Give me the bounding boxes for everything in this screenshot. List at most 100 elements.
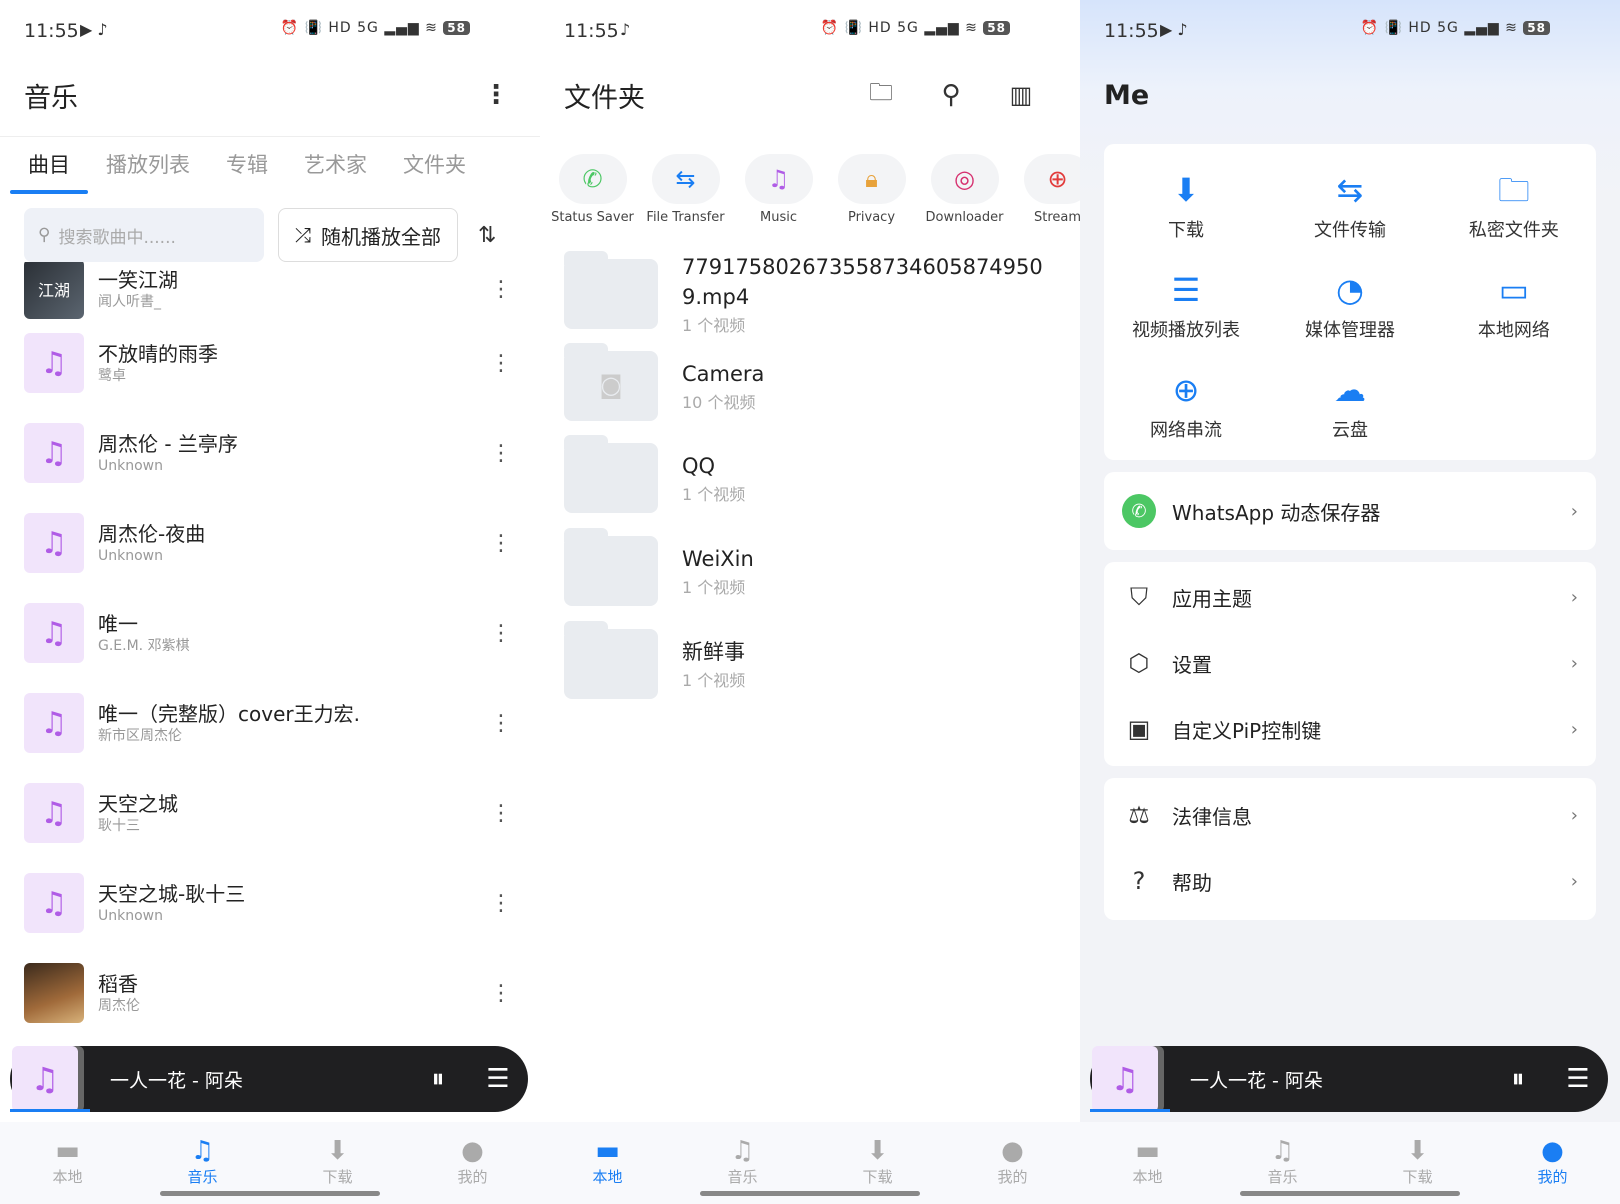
instagram-icon: ◎ (930, 154, 999, 204)
folder-count: 1 个视频 (682, 316, 746, 335)
status-bar: 11:55 ▶ ♪ ⏰ 📳 HD 5G ▂▄▆ ≋ 58 (1080, 0, 1620, 64)
tab-tracks[interactable]: 曲目 (10, 137, 88, 194)
sort-icon[interactable]: ⇅ (478, 223, 496, 248)
pause-icon[interactable]: ⏸ (408, 1064, 468, 1095)
shortcut-music[interactable]: ♫ Music (732, 154, 825, 238)
folder-item[interactable]: WeiXin 1 个视频 (564, 528, 1060, 611)
nav-me[interactable]: ● 我的 (945, 1122, 1080, 1204)
shortcut-stream[interactable]: ⊕ Stream (1011, 154, 1080, 238)
mini-player[interactable]: ♫ 一人一花 - 阿朵 ⏸ ☰ (1090, 1046, 1608, 1112)
shuffle-all-button[interactable]: ⤮ 随机播放全部 (278, 208, 458, 262)
nav-me[interactable]: ● 我的 (405, 1122, 540, 1204)
list-item[interactable]: 稻香 周杰伦 ⋮ (24, 962, 512, 1024)
song-artist: Unknown (98, 458, 163, 474)
row-app-theme[interactable]: ⛉ 应用主题 › (1104, 564, 1596, 630)
tab-playlists[interactable]: 播放列表 (88, 137, 208, 194)
status-time: 11:55 (24, 20, 79, 42)
file-transfer-icon: ⇆ (1336, 171, 1364, 209)
queue-icon[interactable]: ☰ (468, 1064, 528, 1094)
folder-name: Camera (682, 362, 765, 386)
grid-cloud-drive[interactable]: ☁ 云盘 (1268, 368, 1432, 468)
status-right-icons: ⏰ 📳 HD 5G ▂▄▆ ≋ 58 (281, 20, 470, 36)
row-help[interactable]: ? 帮助 › (1104, 848, 1596, 914)
list-item[interactable]: ♫ 不放晴的雨季 鹭卓 ⋮ (24, 332, 512, 394)
more-vert-icon[interactable]: ⋮ (490, 277, 512, 302)
folder-item[interactable]: ◙ Camera 10 个视频 (564, 343, 1060, 426)
shortcut-row: ✆ Status Saver ⇆ File Transfer ♫ Music 🔒︎ Pr… (546, 154, 1080, 238)
shortcut-downloader[interactable]: ◎ Downloader (918, 154, 1011, 238)
chevron-right-icon: › (1570, 718, 1578, 740)
music-note-icon: ♫ (24, 333, 84, 393)
music-note-icon: ♫ (190, 1136, 215, 1166)
folder-item[interactable]: 新鲜事 1 个视频 (564, 621, 1060, 704)
grid-video-playlist[interactable]: ☰ 视频播放列表 (1104, 268, 1268, 368)
more-vert-icon[interactable]: ⋮ (490, 621, 512, 646)
folders-header: 文件夹 🗀 ⚲ ▥ (564, 70, 1056, 120)
search-icon: ⚲ (38, 225, 51, 245)
view-layout-icon[interactable]: ▥ (986, 81, 1056, 109)
more-vert-icon[interactable]: ⋮ (490, 351, 512, 376)
status-time: 11:55 (1104, 20, 1159, 42)
tab-artists[interactable]: 艺术家 (286, 137, 385, 194)
nav-local[interactable]: ▬ 本地 (540, 1122, 675, 1204)
shuffle-icon: ⤮ (295, 223, 311, 247)
mini-player[interactable]: ♫ 一人一花 - 阿朵 ⏸ ☰ (10, 1046, 528, 1112)
whatsapp-saver-row[interactable]: ✆ WhatsApp 动态保存器 › (1104, 472, 1596, 550)
monitor-icon: ▭ (1498, 271, 1530, 309)
row-label: WhatsApp 动态保存器 (1172, 500, 1381, 525)
list-item[interactable]: ♫ 天空之城 耿十三 ⋮ (24, 782, 512, 844)
more-vert-icon[interactable]: ⋮ (490, 891, 512, 916)
list-item[interactable]: ♫ 唯一（完整版）cover王力宏. 新市区周杰伦 ⋮ (24, 692, 512, 754)
nav-local[interactable]: ▬ 本地 (1080, 1122, 1215, 1204)
more-vert-icon[interactable]: ⋮ (490, 711, 512, 736)
grid-local-network[interactable]: ▭ 本地网络 (1432, 268, 1596, 368)
shortcut-file-transfer[interactable]: ⇆ File Transfer (639, 154, 732, 238)
more-vert-icon[interactable]: ⋮ (476, 80, 516, 110)
pip-icon: ▣ (1127, 715, 1151, 743)
list-item[interactable]: ♫ 周杰伦 - 兰亭序 Unknown ⋮ (24, 422, 512, 484)
playlist-add-icon: ☰ (1171, 271, 1201, 309)
row-pip-controls[interactable]: ▣ 自定义PiP控制键 › (1104, 696, 1596, 762)
chevron-right-icon: › (1570, 500, 1578, 522)
grid-network-stream[interactable]: ⊕ 网络串流 (1104, 368, 1268, 468)
nav-me[interactable]: ● 我的 (1485, 1122, 1620, 1204)
home-indicator (1240, 1191, 1460, 1196)
queue-icon[interactable]: ☰ (1548, 1064, 1608, 1094)
tab-albums[interactable]: 专辑 (208, 137, 286, 194)
more-vert-icon[interactable]: ⋮ (490, 981, 512, 1006)
song-title: 不放晴的雨季 (98, 342, 218, 366)
shortcut-privacy[interactable]: 🔒︎ Privacy (825, 154, 918, 238)
more-vert-icon[interactable]: ⋮ (490, 441, 512, 466)
settings-card: ⛉ 应用主题 › ⬡ 设置 › ▣ 自定义PiP控制键 › (1104, 562, 1596, 766)
tab-folders[interactable]: 文件夹 (385, 137, 484, 194)
more-vert-icon[interactable]: ⋮ (490, 801, 512, 826)
all-folders-icon[interactable]: 🗀 (846, 75, 916, 116)
now-playing-title: 一人一花 - 阿朵 (1190, 1069, 1323, 1092)
globe-icon: ⊕ (1172, 371, 1200, 409)
search-input[interactable]: ⚲ 搜索歌曲中...... (24, 208, 264, 262)
list-item[interactable]: ♫ 天空之城-耿十三 Unknown ⋮ (24, 872, 512, 934)
more-vert-icon[interactable]: ⋮ (490, 531, 512, 556)
grid-media-manager[interactable]: ◔ 媒体管理器 (1268, 268, 1432, 368)
grid-download[interactable]: ⬇ 下载 (1104, 168, 1268, 268)
row-legal[interactable]: ⚖ 法律信息 › (1104, 782, 1596, 848)
list-item[interactable]: ♫ 唯一 G.E.M. 邓紫棋 ⋮ (24, 602, 512, 664)
list-item[interactable]: ♫ 周杰伦-夜曲 Unknown ⋮ (24, 512, 512, 574)
cloud-folder-icon: ☁ (1333, 371, 1366, 409)
grid-private-folder[interactable]: 🗀 私密文件夹 (1432, 168, 1596, 268)
folder-count: 1 个视频 (682, 578, 746, 597)
pause-icon[interactable]: ⏸ (1488, 1064, 1548, 1095)
page-title: 音乐 (24, 82, 78, 114)
search-icon[interactable]: ⚲ (916, 80, 986, 110)
row-settings[interactable]: ⬡ 设置 › (1104, 630, 1596, 696)
folder-item[interactable]: 779175802673558734605874950​9.mp4 1 个视频 (564, 251, 1060, 335)
grid-file-transfer[interactable]: ⇆ 文件传输 (1268, 168, 1432, 268)
song-title: 天空之城 (98, 792, 178, 816)
shortcut-status-saver[interactable]: ✆ Status Saver (546, 154, 639, 238)
status-right-icons: ⏰ 📳 HD 5G ▂▄▆ ≋ 58 (821, 20, 1010, 36)
list-item[interactable]: 江湖 一笑江湖 闻人听書_ ⋮ (24, 262, 512, 320)
folder-item[interactable]: QQ 1 个视频 (564, 435, 1060, 518)
folders-screen: 11:55 ♪ ⏰ 📳 HD 5G ▂▄▆ ≋ 58 文件夹 🗀 ⚲ ▥ ✆ St… (540, 0, 1080, 1204)
folder-icon (564, 251, 658, 329)
nav-local[interactable]: ▬ 本地 (0, 1122, 135, 1204)
